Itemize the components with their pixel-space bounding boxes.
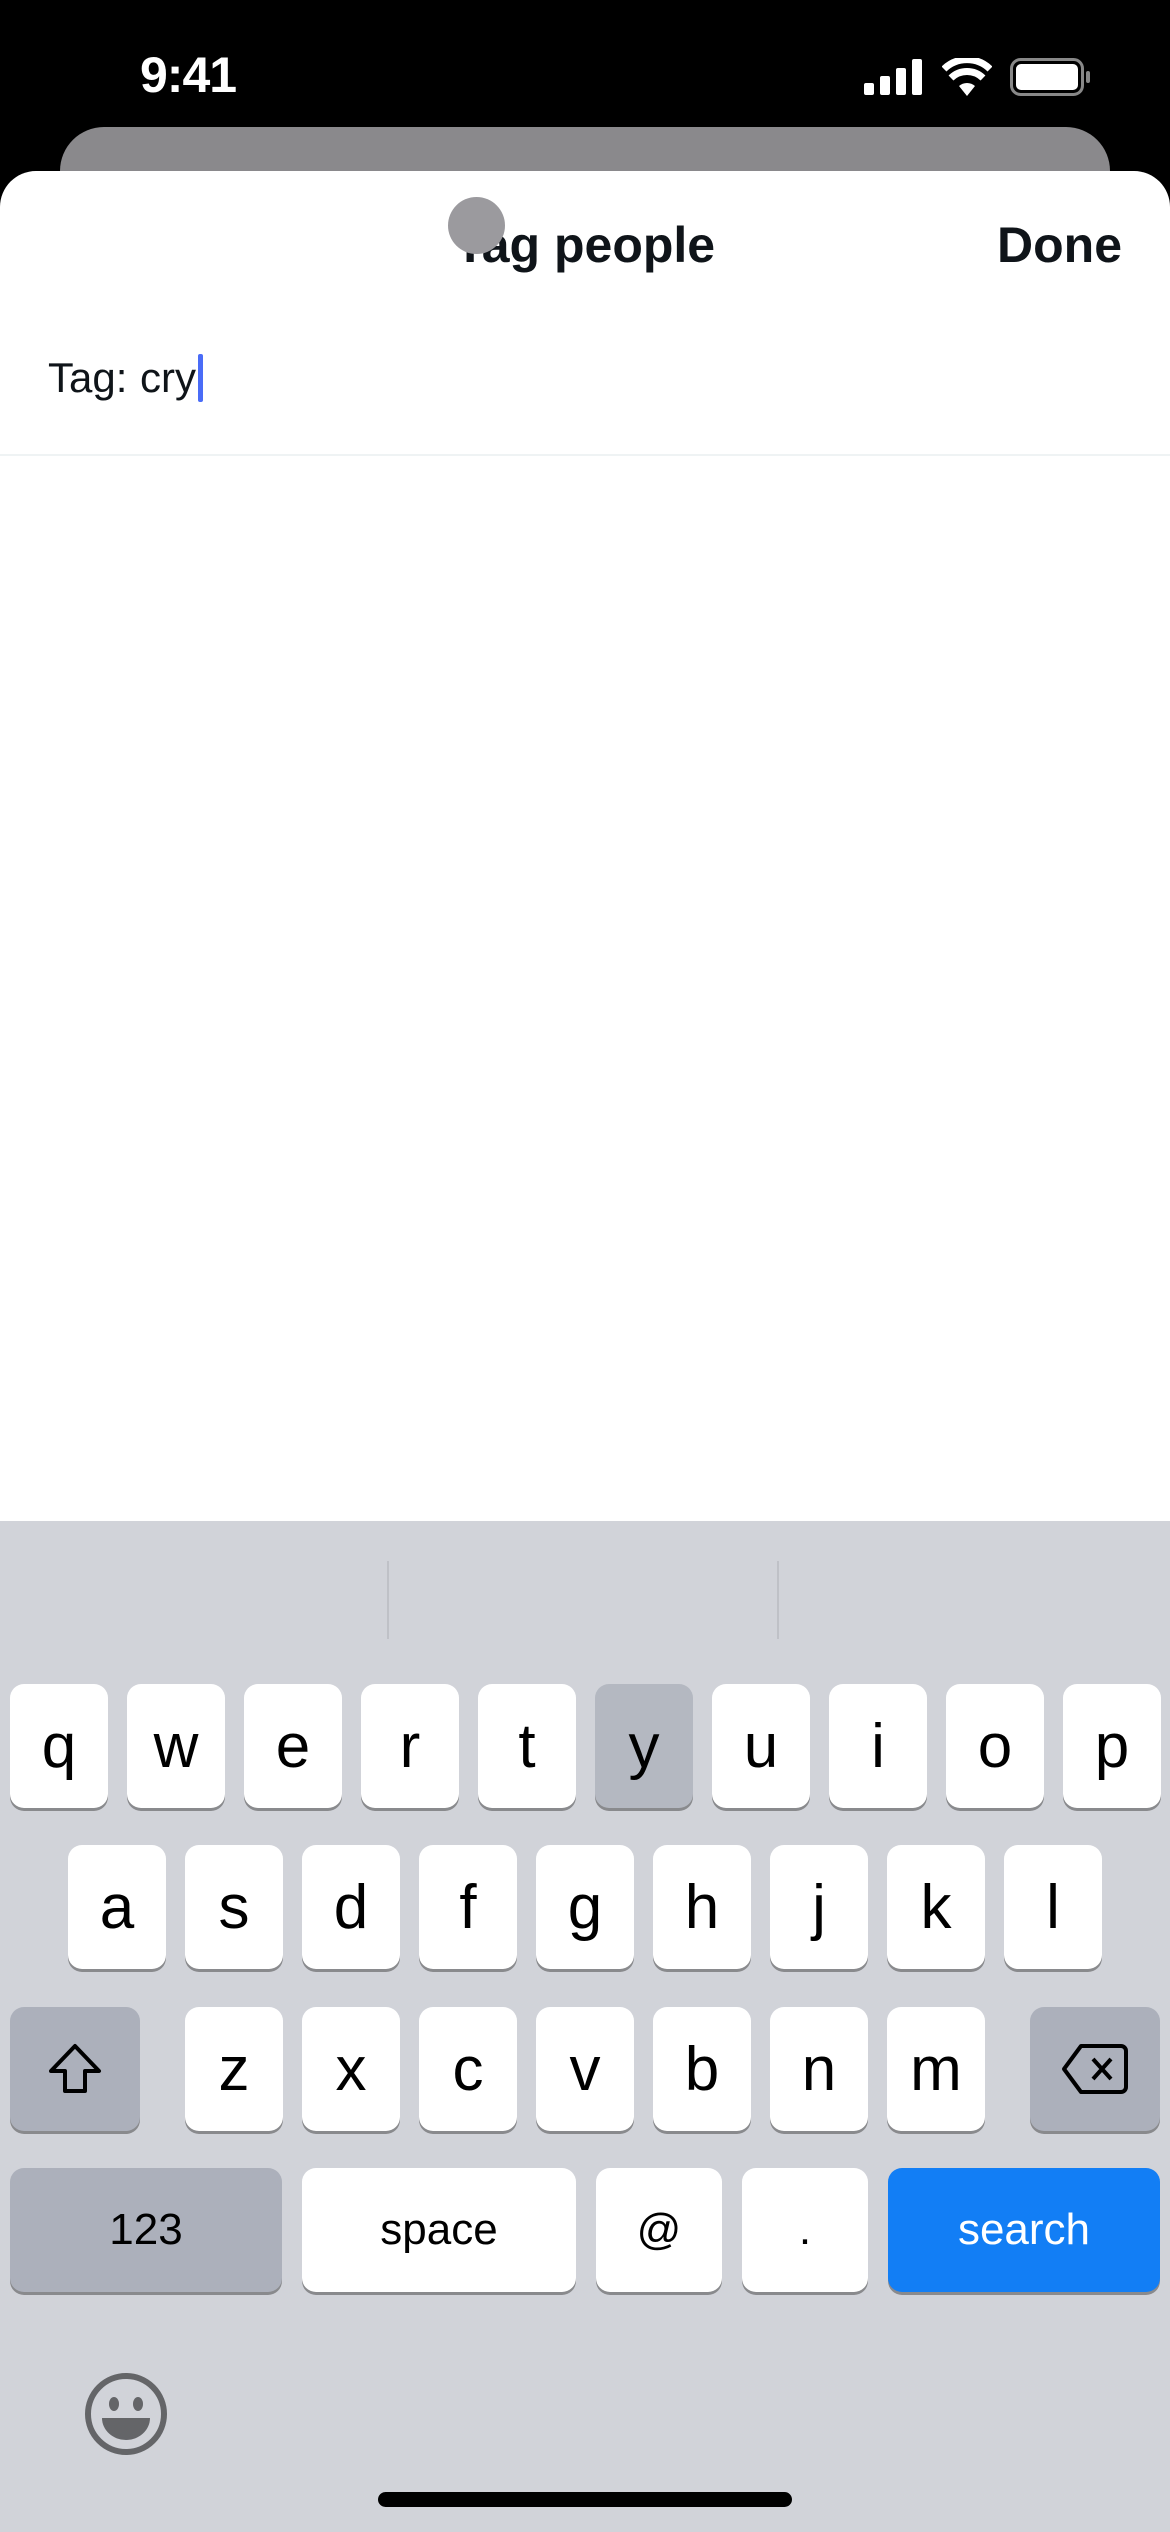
- key-m-label: m: [910, 2034, 962, 2104]
- at-key[interactable]: @: [596, 2168, 722, 2292]
- at-key-label: @: [636, 2205, 682, 2254]
- key-o-label: o: [977, 1711, 1013, 1781]
- key-n-label: n: [801, 2034, 837, 2104]
- key-c-label: c: [452, 2034, 484, 2104]
- key-p[interactable]: p: [1063, 1684, 1161, 1808]
- key-i[interactable]: i: [829, 1684, 927, 1808]
- key-d[interactable]: d: [302, 1845, 400, 1969]
- search-key-label: search: [957, 2205, 1091, 2254]
- battery-icon: [1010, 58, 1090, 96]
- backspace-key[interactable]: [1030, 2007, 1160, 2131]
- key-r-label: r: [399, 1711, 421, 1781]
- key-c[interactable]: c: [419, 2007, 517, 2131]
- wifi-icon: [942, 58, 992, 96]
- suggestion-divider: [387, 1561, 389, 1639]
- status-time: 9:41: [140, 47, 237, 103]
- key-g[interactable]: g: [536, 1845, 634, 1969]
- tag-search-row: Tag: cry: [0, 321, 1170, 456]
- key-l[interactable]: l: [1004, 1845, 1102, 1969]
- status-bar: 9:41: [0, 0, 1170, 130]
- numbers-key[interactable]: 123: [10, 2168, 282, 2292]
- key-p-label: p: [1094, 1711, 1130, 1781]
- period-key[interactable]: .: [742, 2168, 868, 2292]
- key-o[interactable]: o: [946, 1684, 1044, 1808]
- key-f[interactable]: f: [419, 1845, 517, 1969]
- key-n[interactable]: n: [770, 2007, 868, 2131]
- page-title: Tag people: [454, 217, 716, 273]
- key-r[interactable]: r: [361, 1684, 459, 1808]
- key-s-label: s: [218, 1872, 250, 1942]
- tag-search-input[interactable]: cry: [140, 354, 203, 402]
- key-x-label: x: [335, 2034, 367, 2104]
- key-m[interactable]: m: [887, 2007, 985, 2131]
- shift-icon: [49, 2044, 101, 2093]
- emoji-button[interactable]: [84, 2372, 168, 2461]
- key-k[interactable]: k: [887, 1845, 985, 1969]
- tag-input-value: cry: [140, 354, 196, 401]
- key-v[interactable]: v: [536, 2007, 634, 2131]
- key-h-label: h: [684, 1872, 720, 1942]
- touch-indicator: [448, 197, 505, 254]
- search-key[interactable]: search: [888, 2168, 1160, 2292]
- key-u[interactable]: u: [712, 1684, 810, 1808]
- backspace-icon: [1062, 2044, 1128, 2094]
- key-v-label: v: [569, 2034, 601, 2104]
- key-t[interactable]: t: [478, 1684, 576, 1808]
- key-i-label: i: [871, 1711, 885, 1781]
- key-l-label: l: [1046, 1872, 1060, 1942]
- key-s[interactable]: s: [185, 1845, 283, 1969]
- period-key-label: .: [798, 2205, 812, 2254]
- key-u-label: u: [743, 1711, 779, 1781]
- text-cursor: [198, 354, 203, 402]
- key-w-label: w: [153, 1711, 199, 1781]
- cellular-signal-icon: [864, 59, 922, 95]
- key-x[interactable]: x: [302, 2007, 400, 2131]
- key-t-label: t: [518, 1711, 536, 1781]
- suggestion-divider: [777, 1561, 779, 1639]
- key-q-label: q: [41, 1711, 77, 1781]
- key-w[interactable]: w: [127, 1684, 225, 1808]
- key-e-label: e: [275, 1711, 311, 1781]
- home-indicator: [378, 2492, 792, 2507]
- shift-key[interactable]: [10, 2007, 140, 2131]
- status-icons: [864, 58, 1092, 96]
- key-b[interactable]: b: [653, 2007, 751, 2131]
- key-h[interactable]: h: [653, 1845, 751, 1969]
- key-b-label: b: [684, 2034, 720, 2104]
- key-g-label: g: [567, 1872, 603, 1942]
- key-k-label: k: [920, 1872, 952, 1942]
- tag-people-sheet: Tag people Done Tag: cry: [0, 171, 1170, 1521]
- key-z[interactable]: z: [185, 2007, 283, 2131]
- key-z-label: z: [218, 2034, 250, 2104]
- key-q[interactable]: q: [10, 1684, 108, 1808]
- key-f-label: f: [459, 1872, 477, 1942]
- key-d-label: d: [333, 1872, 369, 1942]
- space-key-label: space: [380, 2205, 498, 2254]
- key-y-label: y: [628, 1711, 660, 1781]
- key-y[interactable]: y: [595, 1684, 693, 1808]
- key-a[interactable]: a: [68, 1845, 166, 1969]
- numbers-key-label: 123: [109, 2205, 183, 2254]
- key-e[interactable]: e: [244, 1684, 342, 1808]
- tag-label: Tag:: [48, 354, 128, 401]
- done-button[interactable]: Done: [997, 216, 1122, 274]
- key-j[interactable]: j: [770, 1845, 868, 1969]
- keyboard: q w e r t y u i o p a s d f g h j k l z x c v b n m 123 space @. sear…: [0, 1521, 1170, 2532]
- space-key[interactable]: space: [302, 2168, 576, 2292]
- emoji-icon: [85, 2373, 167, 2455]
- key-a-label: a: [99, 1872, 135, 1942]
- key-j-label: j: [812, 1872, 826, 1942]
